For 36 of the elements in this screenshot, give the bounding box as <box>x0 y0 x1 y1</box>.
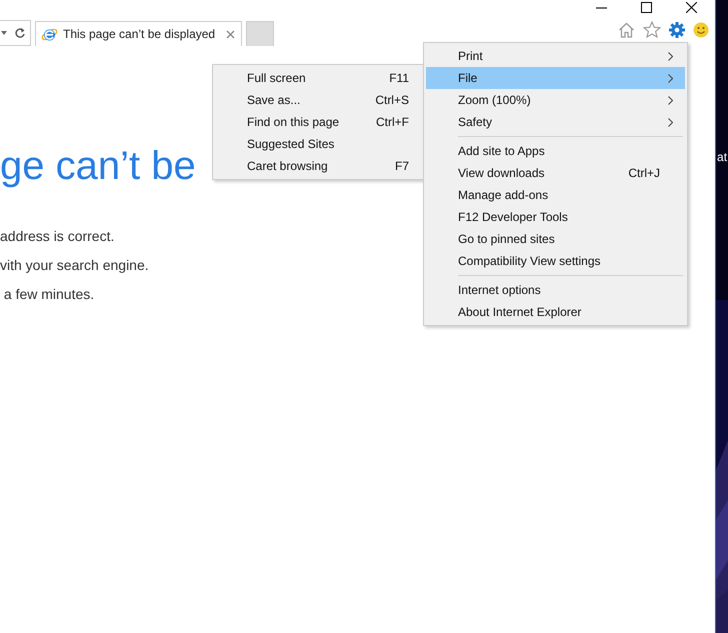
error-text: address is correct. <box>0 227 114 246</box>
menu-item[interactable]: Safety <box>426 111 685 133</box>
close-tab-icon[interactable] <box>226 30 236 38</box>
browser-tab[interactable]: This page can’t be displayed <box>35 21 242 46</box>
menu-item[interactable]: Manage add-ons <box>426 184 685 206</box>
menu-item[interactable]: Save as... Ctrl+S <box>215 89 421 111</box>
chevron-icon <box>668 118 673 126</box>
menu-item[interactable]: Full screen F11 <box>215 67 421 89</box>
menu-item[interactable]: Go to pinned sites <box>426 228 685 250</box>
caret-icon[interactable] <box>0 30 8 36</box>
chevron-icon <box>668 52 673 60</box>
menu-item[interactable]: Print <box>426 45 685 67</box>
desktop-icon-label[interactable]: at <box>717 150 728 164</box>
menu-item[interactable]: Zoom (100%) <box>426 89 685 111</box>
settings-icon[interactable] <box>669 22 686 38</box>
close-icon[interactable] <box>686 2 698 13</box>
menu-item[interactable]: Compatibility View settings <box>426 250 685 272</box>
menu-item[interactable]: View downloads Ctrl+J <box>426 162 685 184</box>
smiley-icon[interactable] <box>693 22 710 38</box>
home-icon[interactable] <box>618 22 636 38</box>
menu-item[interactable]: Suggested Sites <box>215 133 421 155</box>
error-heading: ge can’t be <box>0 143 196 190</box>
error-text: a few minutes. <box>2 285 94 304</box>
menu-item[interactable]: File <box>426 67 685 89</box>
menu-item[interactable]: Add site to Apps <box>426 140 685 162</box>
chevron-icon <box>668 96 673 104</box>
menu-item[interactable]: Internet options <box>426 279 685 301</box>
menu-item[interactable]: Find on this page Ctrl+F <box>215 111 421 133</box>
menu-item[interactable]: Caret browsing F7 <box>215 155 421 177</box>
error-text: vith your search engine. <box>0 256 149 275</box>
menu-item[interactable]: About Internet Explorer <box>426 301 685 323</box>
chevron-icon <box>668 74 673 82</box>
star-icon[interactable] <box>643 21 662 38</box>
refresh-icon[interactable] <box>14 27 26 39</box>
maximize-icon[interactable] <box>641 2 652 13</box>
menu-item[interactable]: F12 Developer Tools <box>426 206 685 228</box>
